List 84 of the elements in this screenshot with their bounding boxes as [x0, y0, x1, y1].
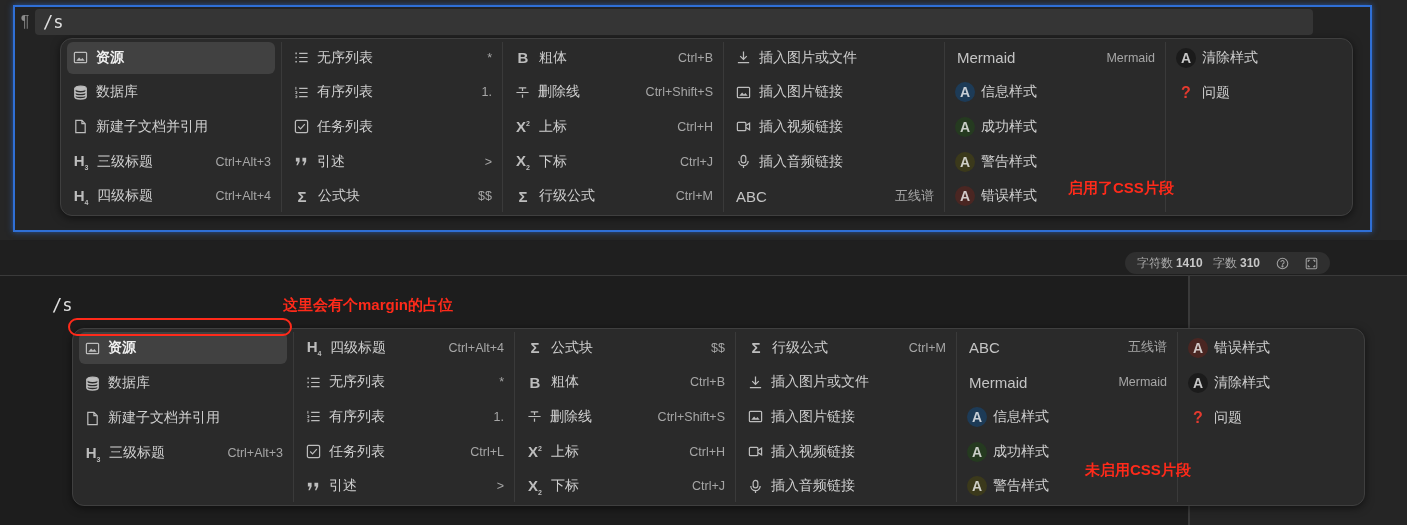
strikethrough-icon: [527, 409, 542, 425]
microphone-icon: [736, 154, 751, 170]
input-field[interactable]: /s: [35, 9, 1313, 35]
menu-item[interactable]: X$^{2}$ 上标 Ctrl+H: [521, 435, 729, 468]
menu-item[interactable]: A 信息样式: [951, 76, 1045, 109]
file-icon: [85, 410, 100, 426]
annotation-text: 启用了CSS片段: [1068, 179, 1174, 198]
editor-text: /s: [52, 295, 73, 315]
menu-item[interactable]: A 清除样式: [1184, 367, 1278, 399]
menu-item[interactable]: Σ 公式块 $$: [521, 332, 729, 364]
menu-item[interactable]: 无序列表 *: [300, 366, 508, 399]
menu-item[interactable]: 删除线 Ctrl+Shift+S: [509, 76, 717, 109]
database-icon: [85, 375, 100, 391]
menu-item[interactable]: 无序列表 *: [288, 42, 496, 74]
menu-item[interactable]: A 成功样式: [963, 435, 1057, 468]
annotation-text: 这里会有个margin的占位: [283, 296, 453, 315]
menu-item[interactable]: 有序列表 1.: [300, 401, 508, 433]
paragraph-marker: ¶: [19, 13, 31, 31]
numbered-list-icon: [294, 84, 309, 100]
menu-item[interactable]: H$_{3}$ 三级标题 Ctrl+Alt+3: [67, 145, 275, 178]
menu-item[interactable]: X$_{2}$ 下标 Ctrl+J: [509, 145, 717, 178]
menu-item[interactable]: 插入视频链接: [730, 111, 851, 143]
menu-item[interactable]: 新建子文档并引用: [79, 402, 228, 434]
menu-item[interactable]: 资源: [79, 332, 287, 364]
menu-item[interactable]: ? 问题: [1184, 402, 1250, 434]
menu-item[interactable]: 删除线 Ctrl+Shift+S: [521, 401, 729, 433]
download-icon: [748, 374, 763, 390]
menu-item[interactable]: 插入图片链接: [730, 76, 851, 109]
menu-item[interactable]: Mermaid Mermaid: [951, 42, 1159, 74]
menu-item[interactable]: 新建子文档并引用: [67, 111, 216, 143]
menu-item[interactable]: H$_{3}$ 三级标题 Ctrl+Alt+3: [79, 437, 287, 469]
download-icon: [736, 50, 751, 66]
menu-item[interactable]: 资源: [67, 42, 275, 74]
menu-item[interactable]: 插入图片链接: [742, 401, 863, 433]
menu-item[interactable]: A 警告样式: [963, 470, 1057, 502]
menu-item[interactable]: H$_{4}$ 四级标题 Ctrl+Alt+4: [67, 180, 275, 212]
checkbox-icon: [306, 444, 321, 460]
image-icon: [736, 84, 751, 100]
menu-item[interactable]: ? 问题: [1172, 77, 1238, 109]
menu-item[interactable]: X$^{2}$ 上标 Ctrl+H: [509, 111, 717, 143]
microphone-icon: [748, 478, 763, 494]
help-icon[interactable]: [1276, 256, 1289, 270]
char-count: 字符数 1410: [1136, 254, 1203, 272]
menu-item[interactable]: Σ 行级公式 Ctrl+M: [742, 332, 950, 364]
image-icon: [85, 340, 100, 356]
file-icon: [73, 119, 88, 135]
menu-item[interactable]: Σ 公式块 $$: [288, 180, 496, 212]
menu-item[interactable]: 插入图片或文件: [730, 42, 865, 74]
menu-item[interactable]: A 成功样式: [951, 111, 1045, 143]
menu-item[interactable]: 数据库: [67, 76, 146, 109]
menu-item[interactable]: A 错误样式: [1184, 332, 1278, 364]
menu-item[interactable]: 数据库: [79, 367, 158, 399]
menu-item[interactable]: A 清除样式: [1172, 42, 1266, 74]
menu-item[interactable]: 插入图片或文件: [742, 366, 877, 399]
menu-item[interactable]: H$_{4}$ 四级标题 Ctrl+Alt+4: [300, 332, 508, 364]
menu-item[interactable]: 引述 >: [288, 145, 496, 178]
fullscreen-icon[interactable]: [1305, 256, 1318, 270]
menu-item[interactable]: A 信息样式: [963, 401, 1057, 433]
menu-item[interactable]: Mermaid Mermaid: [963, 366, 1171, 399]
numbered-list-icon: [306, 409, 321, 425]
menu-item[interactable]: 任务列表: [288, 111, 381, 143]
menu-item[interactable]: 插入音频链接: [742, 470, 863, 502]
menu-item[interactable]: 插入音频链接: [730, 145, 851, 178]
menu-item[interactable]: ABC 五线谱: [730, 180, 938, 212]
menu-item[interactable]: A 警告样式: [951, 145, 1045, 178]
database-icon: [73, 84, 88, 100]
menu-item[interactable]: X$_{2}$ 下标 Ctrl+J: [521, 470, 729, 502]
menu-item[interactable]: A 错误样式: [951, 180, 1045, 212]
annotation-text: 未启用CSS片段: [1085, 461, 1191, 480]
word-count: 字数 310: [1212, 254, 1260, 272]
image-icon: [73, 50, 88, 66]
menu-item[interactable]: 有序列表 1.: [288, 76, 496, 109]
menu-item[interactable]: 插入视频链接: [742, 435, 863, 468]
menu-item[interactable]: 引述 >: [300, 470, 508, 502]
menu-item[interactable]: Σ 行级公式 Ctrl+M: [509, 180, 717, 212]
menu-item[interactable]: B 粗体 Ctrl+B: [521, 366, 729, 399]
bullet-list-icon: [294, 50, 309, 66]
menu-item[interactable]: 任务列表 Ctrl+L: [300, 435, 508, 468]
menu-item[interactable]: ABC 五线谱: [963, 332, 1171, 364]
image-icon: [748, 409, 763, 425]
strikethrough-icon: [515, 84, 530, 100]
bullet-list-icon: [306, 374, 321, 390]
menu-item[interactable]: B 粗体 Ctrl+B: [509, 42, 717, 74]
checkbox-icon: [294, 119, 309, 135]
